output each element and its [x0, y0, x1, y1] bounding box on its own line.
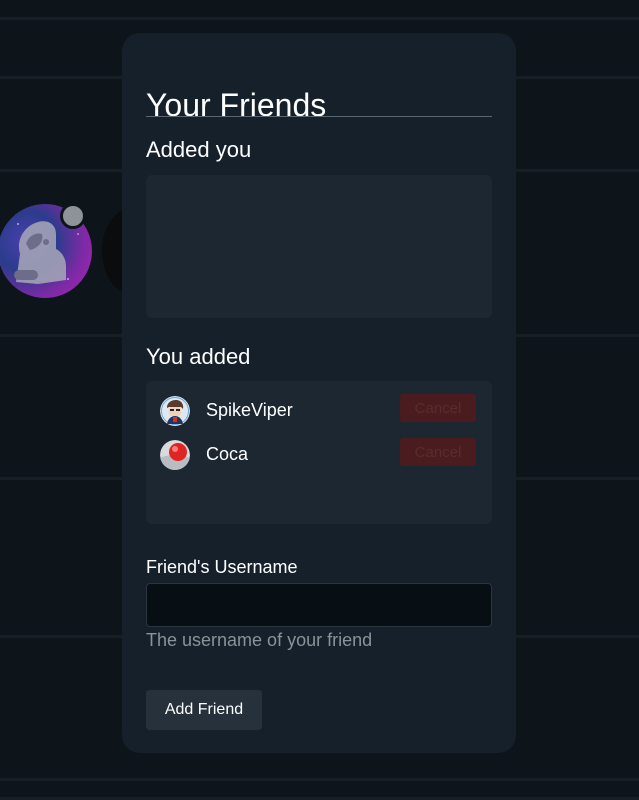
red-ball-icon: [160, 440, 190, 470]
you-added-heading: You added: [146, 344, 251, 369]
cancel-button[interactable]: Cancel: [400, 394, 476, 422]
username-label: Friend's Username: [146, 557, 298, 577]
added-you-heading: Added you: [146, 137, 252, 162]
added-you-list: [146, 175, 492, 318]
friend-avatar[interactable]: [160, 396, 190, 426]
background-row: [0, 781, 639, 800]
cancel-button[interactable]: Cancel: [400, 438, 476, 466]
friends-modal: Your Friends Added you You added SpikeVi…: [122, 33, 516, 753]
title-divider: [146, 116, 492, 117]
list-item: SpikeViper Cancel: [160, 394, 478, 426]
you-added-list: SpikeViper Cancel Coca Cancel: [146, 381, 492, 524]
background-row: [0, 0, 639, 20]
username-helper-text: The username of your friend: [146, 630, 373, 650]
status-indicator: [60, 203, 86, 229]
list-item: Coca Cancel: [160, 438, 478, 470]
add-friend-button[interactable]: Add Friend: [146, 690, 262, 730]
username-input[interactable]: [146, 583, 492, 627]
friend-name: SpikeViper: [206, 400, 293, 420]
friend-name: Coca: [206, 444, 249, 464]
friend-avatar[interactable]: [160, 440, 190, 470]
character-avatar-icon: [160, 396, 190, 426]
